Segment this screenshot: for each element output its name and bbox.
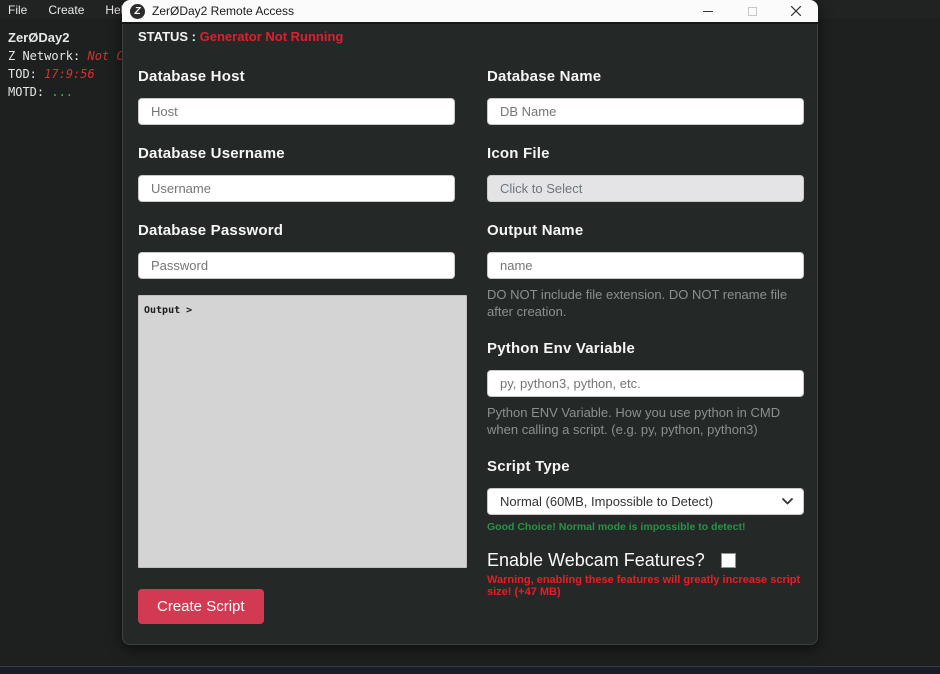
taskbar (0, 666, 940, 674)
titlebar[interactable]: Z ZerØDay2 Remote Access (122, 0, 818, 24)
db-host-label: Database Host (138, 68, 245, 85)
status-label: STATUS : (138, 29, 197, 44)
output-name-label: Output Name (487, 222, 584, 239)
create-script-button[interactable]: Create Script (138, 589, 264, 624)
db-username-input[interactable] (138, 175, 455, 202)
db-password-label: Database Password (138, 222, 284, 239)
output-prompt: Output > (144, 305, 193, 316)
menu-item-file[interactable]: File (8, 3, 27, 17)
script-type-select[interactable]: Normal (60MB, Impossible to Detect) (487, 488, 804, 515)
tod-line: TOD: 17:9:56 (8, 65, 122, 83)
icon-file-label: Icon File (487, 145, 550, 162)
app-logo-icon: Z (130, 3, 145, 19)
tod-label: TOD: (8, 67, 37, 81)
background-app-name: ZerØDay2 (8, 30, 70, 45)
db-username-label: Database Username (138, 145, 285, 162)
script-type-label: Script Type (487, 458, 570, 475)
maximize-icon[interactable] (730, 0, 774, 22)
webcam-warning: Warning, enabling these features will gr… (487, 574, 801, 598)
output-name-help: DO NOT include file extension. DO NOT re… (487, 287, 788, 319)
motd-line: MOTD: ... (8, 83, 122, 101)
webcam-features-label: Enable Webcam Features? (487, 550, 705, 570)
output-console[interactable]: Output > (138, 295, 467, 568)
minimize-icon[interactable] (686, 0, 730, 22)
python-env-input[interactable] (487, 370, 804, 397)
python-env-help: Python ENV Variable. How you use python … (487, 405, 781, 437)
status-value: Generator Not Running (199, 29, 344, 44)
menu-item-create[interactable]: Create (48, 3, 84, 17)
status-row: STATUS : Generator Not Running (138, 29, 802, 44)
icon-file-picker[interactable] (487, 175, 804, 202)
chevron-down-icon (782, 498, 793, 505)
motd-value: ... (51, 85, 74, 99)
close-icon[interactable] (774, 0, 818, 22)
db-host-input[interactable] (138, 98, 455, 125)
python-env-label: Python Env Variable (487, 340, 636, 357)
window-content: STATUS : Generator Not Running Database … (122, 24, 818, 645)
db-name-label: Database Name (487, 68, 602, 85)
script-type-selected-value: Normal (60MB, Impossible to Detect) (500, 494, 714, 509)
db-password-input[interactable] (138, 252, 455, 279)
output-name-input[interactable] (487, 252, 804, 279)
webcam-checkbox[interactable] (720, 553, 736, 568)
network-value: Not C (87, 49, 122, 63)
db-name-input[interactable] (487, 98, 804, 125)
network-label: Z Network: (8, 49, 81, 63)
script-type-help: Good Choice! Normal mode is impossible t… (487, 521, 746, 533)
network-status-line: Z Network: Not C (8, 47, 122, 65)
motd-label: MOTD: (8, 85, 45, 99)
tod-value: 17:9:56 (44, 67, 95, 81)
window-title: ZerØDay2 Remote Access (152, 4, 295, 18)
background-status-panel: ZerØDay2 Z Network: Not C TOD: 17:9:56 M… (8, 29, 122, 101)
app-window: Z ZerØDay2 Remote Access STATUS : Genera… (122, 0, 818, 645)
